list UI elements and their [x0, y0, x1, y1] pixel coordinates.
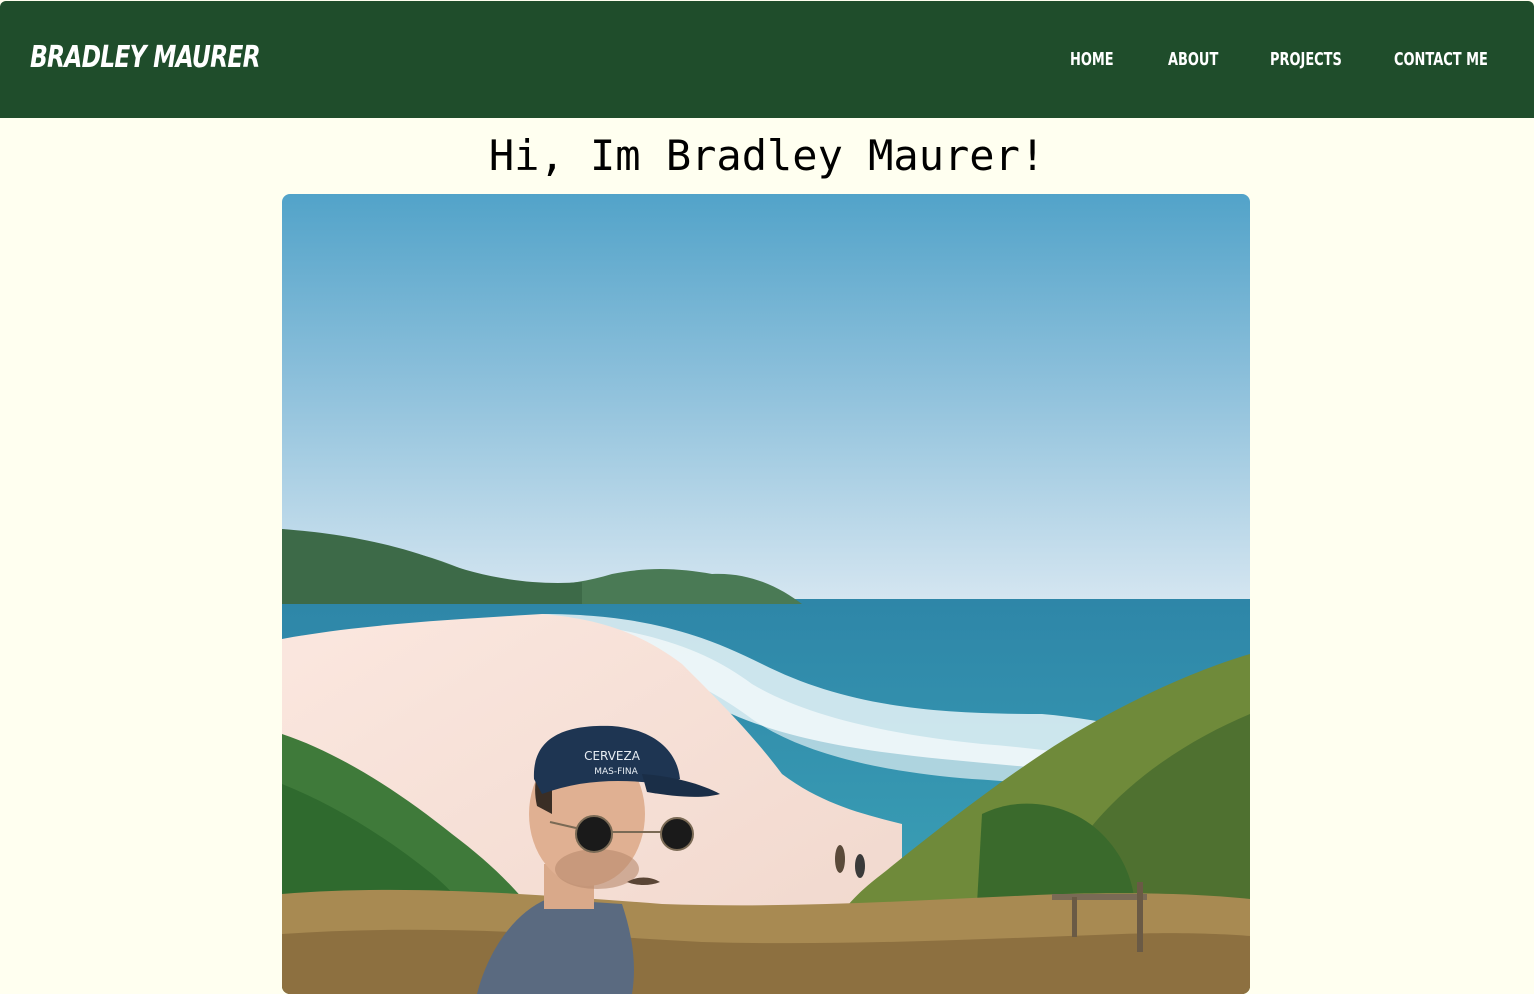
profile-photo: CERVEZA MAS-FINA — [282, 194, 1250, 994]
nav-projects-link[interactable]: PROJECTS — [1270, 47, 1342, 73]
page-greeting: Hi, Im Bradley Maurer! — [488, 131, 1046, 180]
top-navbar: BRADLEY MAURER HOME ABOUT PROJECTS CONTA… — [0, 1, 1534, 118]
nav-contact-link[interactable]: CONTACT ME — [1394, 47, 1488, 73]
nav-about-link[interactable]: ABOUT — [1168, 47, 1218, 73]
nav-home-link[interactable]: HOME — [1070, 47, 1114, 73]
site-brand[interactable]: BRADLEY MAURER — [30, 37, 261, 79]
cap-text-line2: MAS-FINA — [594, 767, 638, 777]
cap-text-line1: CERVEZA — [584, 749, 641, 763]
